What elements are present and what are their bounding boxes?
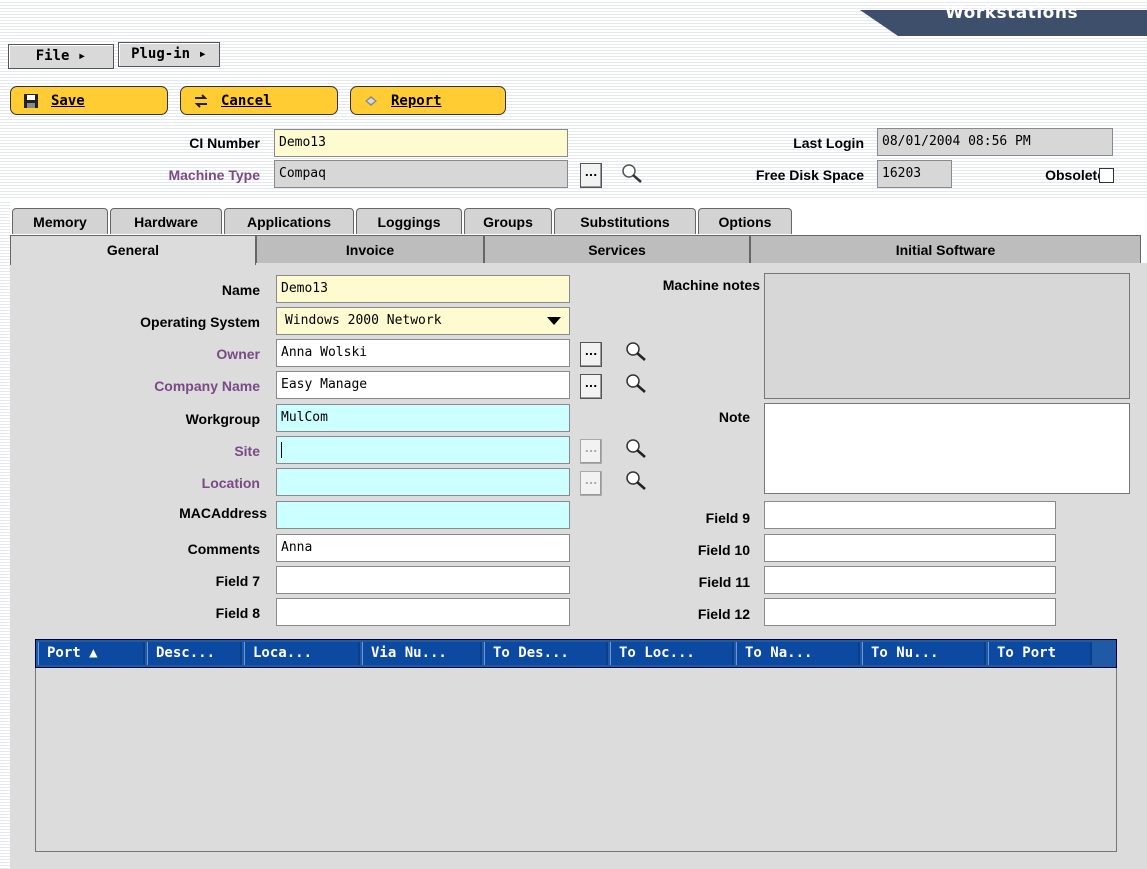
- free-disk-label: Free Disk Space: [755, 167, 864, 183]
- machine-type-input[interactable]: Compaq: [274, 160, 568, 188]
- field9-label: Field 9: [705, 510, 750, 526]
- chevron-down-icon: [547, 317, 561, 325]
- company-lookup-icon[interactable]: [624, 372, 648, 394]
- save-label: Save: [51, 92, 85, 109]
- company-browse-button[interactable]: ...: [580, 374, 602, 399]
- report-icon: [365, 95, 377, 106]
- field7-label: Field 7: [215, 573, 260, 589]
- location-browse-button[interactable]: ...: [580, 471, 602, 496]
- owner-browse-button[interactable]: ...: [580, 342, 602, 367]
- ci-number-label: CI Number: [189, 135, 260, 151]
- machine-type-lookup-icon[interactable]: [620, 162, 644, 184]
- os-select-value: Windows 2000 Network: [285, 313, 442, 328]
- field9-input[interactable]: [764, 501, 1056, 529]
- column-to-description[interactable]: To Des...: [484, 642, 608, 665]
- owner-label: Owner: [216, 346, 260, 362]
- report-label: Report: [391, 92, 442, 109]
- column-via-number[interactable]: Via Nu...: [362, 642, 482, 665]
- site-label: Site: [234, 443, 260, 459]
- machine-notes-textarea[interactable]: [764, 273, 1130, 399]
- machine-notes-label: Machine notes: [662, 277, 760, 293]
- owner-input[interactable]: Anna Wolski: [276, 339, 570, 367]
- obsolete-label: Obsolete: [1045, 167, 1105, 183]
- comments-label: Comments: [187, 541, 260, 557]
- ci-number-input[interactable]: Demo13: [274, 129, 568, 157]
- workgroup-label: Workgroup: [185, 411, 260, 427]
- field8-input[interactable]: [276, 598, 570, 626]
- name-input[interactable]: Demo13: [276, 275, 570, 303]
- tab-memory[interactable]: Memory: [12, 208, 108, 234]
- os-select[interactable]: Windows 2000 Network: [276, 307, 570, 335]
- plugin-menu[interactable]: Plug-in ▸: [118, 42, 220, 67]
- tab-hardware[interactable]: Hardware: [110, 208, 222, 234]
- column-to-location[interactable]: To Loc...: [610, 642, 734, 665]
- location-input[interactable]: [276, 468, 570, 496]
- site-input[interactable]: [276, 436, 570, 464]
- last-login-value: 08/01/2004 08:56 PM: [877, 128, 1113, 156]
- machine-type-label: Machine Type: [168, 167, 260, 183]
- site-browse-button[interactable]: ...: [580, 439, 602, 464]
- column-to-port[interactable]: To Port: [988, 642, 1092, 665]
- cancel-label: Cancel: [221, 92, 272, 109]
- tab-groups[interactable]: Groups: [464, 208, 552, 234]
- tab-substitutions[interactable]: Substitutions: [554, 208, 696, 234]
- comments-input[interactable]: Anna: [276, 534, 570, 562]
- free-disk-value: 16203: [877, 160, 952, 188]
- column-description[interactable]: Desc...: [147, 642, 242, 665]
- mac-address-input[interactable]: [276, 501, 570, 529]
- workgroup-input[interactable]: MulCom: [276, 404, 570, 432]
- field12-input[interactable]: [764, 598, 1056, 626]
- tab-options[interactable]: Options: [698, 208, 792, 234]
- tab-loggings[interactable]: Loggings: [356, 208, 462, 234]
- location-lookup-icon[interactable]: [624, 469, 648, 491]
- last-login-label: Last Login: [793, 135, 864, 151]
- obsolete-checkbox[interactable]: [1099, 168, 1114, 183]
- tab-services[interactable]: Services: [484, 235, 750, 263]
- machine-type-browse-button[interactable]: ...: [580, 163, 602, 188]
- field11-label: Field 11: [698, 574, 750, 590]
- column-to-number[interactable]: To Nu...: [862, 642, 986, 665]
- window-title: Workstations: [945, 3, 1079, 23]
- cancel-button[interactable]: Cancel: [180, 86, 338, 115]
- field7-input[interactable]: [276, 566, 570, 594]
- field10-label: Field 10: [697, 542, 750, 558]
- name-label: Name: [221, 282, 260, 298]
- location-label: Location: [201, 475, 260, 491]
- owner-lookup-icon[interactable]: [624, 340, 648, 362]
- tab-applications[interactable]: Applications: [224, 208, 354, 234]
- text-cursor: [281, 441, 282, 458]
- site-lookup-icon[interactable]: [624, 437, 648, 459]
- floppy-disk-icon: [24, 93, 38, 108]
- ports-grid-body[interactable]: [35, 668, 1117, 852]
- undo-arrows-icon: [194, 93, 208, 108]
- column-to-name[interactable]: To Na...: [736, 642, 860, 665]
- field11-input[interactable]: [764, 566, 1056, 594]
- note-textarea[interactable]: [764, 403, 1130, 494]
- tab-general[interactable]: General: [10, 235, 256, 265]
- field12-label: Field 12: [697, 606, 750, 622]
- report-button[interactable]: Report: [350, 86, 506, 115]
- ports-grid-header: Port ▲ Desc... Loca... Via Nu... To Des.…: [35, 639, 1117, 668]
- left-margin: [0, 200, 10, 869]
- column-port[interactable]: Port ▲: [38, 642, 145, 665]
- column-location[interactable]: Loca...: [244, 642, 360, 665]
- field8-label: Field 8: [215, 605, 260, 621]
- file-menu[interactable]: File ▸: [8, 44, 114, 69]
- field10-input[interactable]: [764, 534, 1056, 562]
- save-button[interactable]: Save: [10, 86, 168, 115]
- os-label: Operating System: [140, 314, 260, 330]
- company-name-input[interactable]: Easy Manage: [276, 371, 570, 399]
- mac-address-label: MACAddress: [179, 505, 267, 521]
- note-label: Note: [718, 409, 750, 425]
- tab-invoice[interactable]: Invoice: [256, 235, 484, 263]
- tab-initial-software[interactable]: Initial Software: [750, 235, 1141, 263]
- company-name-label: Company Name: [154, 378, 260, 394]
